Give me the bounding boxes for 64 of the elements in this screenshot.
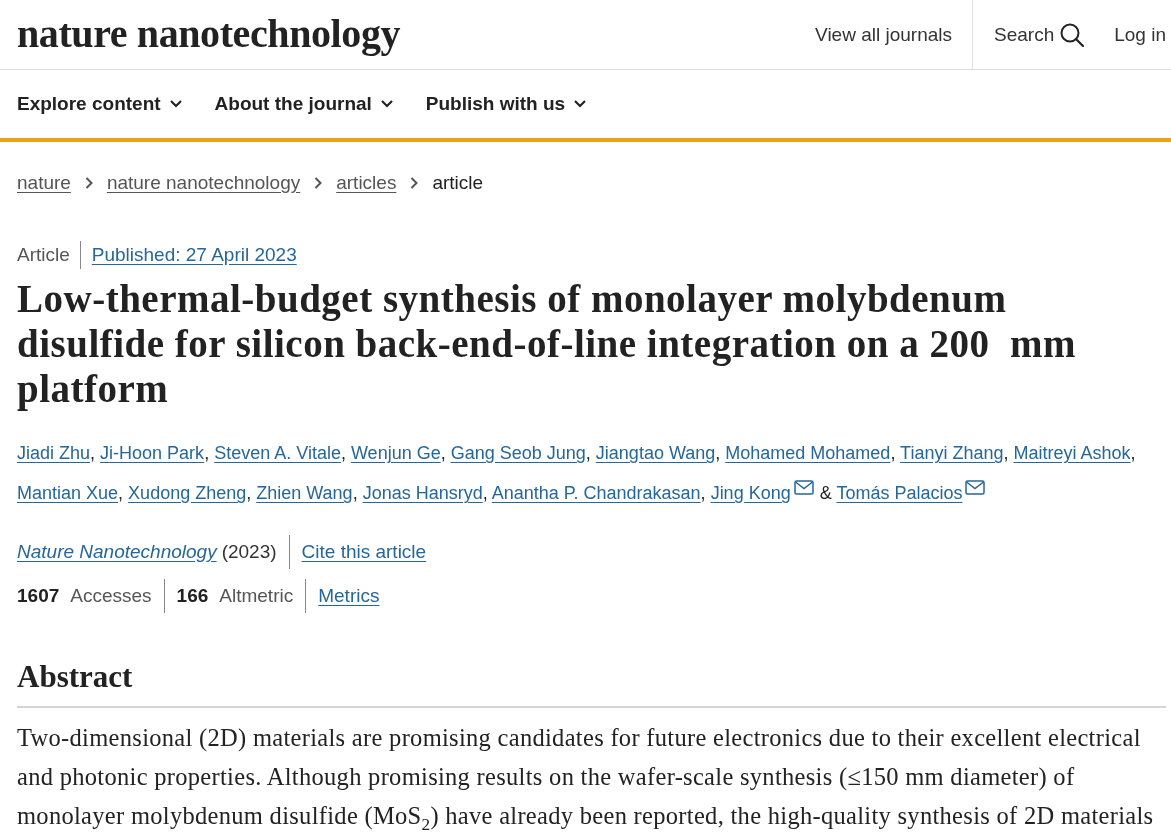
article-title: Low-thermal-budget synthesis of monolayer molybdenum disulfide for silicon back-end-of-line integration on a 200 mm platform — [17, 276, 1077, 411]
author-link[interactable]: Gang Seob Jung — [450, 443, 586, 463]
chevron-right-icon — [410, 177, 419, 189]
metrics-link[interactable]: Metrics — [318, 579, 380, 613]
breadcrumb-link[interactable]: nature nanotechnology — [106, 171, 301, 195]
nav-menu-button[interactable]: Explore content — [17, 93, 182, 115]
breadcrumb-current: article — [432, 171, 484, 195]
author-separator: , — [204, 443, 210, 463]
author-separator: , — [246, 483, 252, 503]
chevron-down-icon — [169, 100, 182, 108]
chevron-down-icon — [574, 100, 587, 108]
author-separator: , — [352, 483, 358, 503]
search-button[interactable]: Search — [994, 22, 1085, 47]
author-link[interactable]: Tianyi Zhang — [900, 443, 1004, 463]
author-separator: , — [440, 443, 446, 463]
author-separator: , — [482, 483, 488, 503]
author-link[interactable]: Ji-Hoon Park — [100, 443, 205, 463]
author-separator: , — [340, 443, 346, 463]
author-separator: , — [585, 443, 591, 463]
chevron-right-icon — [84, 177, 93, 189]
author-link[interactable]: Wenjun Ge — [350, 443, 441, 463]
author-link[interactable]: Steven A. Vitale — [214, 443, 341, 463]
author-link[interactable]: Mohamed Mohamed — [725, 443, 891, 463]
publication-year: (2023) — [221, 540, 277, 564]
breadcrumb-link[interactable]: articles — [336, 171, 397, 195]
cite-article-link[interactable]: Cite this article — [301, 537, 427, 567]
author-link[interactable]: Maitreyi Ashok — [1013, 443, 1131, 463]
author-link[interactable]: Zhien Wang — [256, 483, 353, 503]
author-link[interactable]: Jiadi Zhu — [17, 443, 91, 463]
author-link[interactable]: Xudong Zheng — [128, 483, 247, 503]
breadcrumb-link[interactable]: nature — [17, 171, 71, 195]
envelope-icon[interactable] — [965, 480, 986, 495]
abstract-text: Two-dimensional (2D) materials are promising candidates for future electronics due to their excellent electrical and photonic properties. Although promising results on the wafer-scale synthesis (≤150 mm diameter) of monolayer molybdenum disulfide (MoS$_{2}$) have already been reported, the high-quality synthesis of 2D materials — [17, 723, 1155, 834]
author-link[interactable]: Jiangtao Wang — [595, 443, 716, 463]
site-logo[interactable]: nature nanotechnology — [17, 13, 401, 54]
author-link[interactable]: Jonas Hansryd — [362, 483, 483, 503]
journal-name-link[interactable]: Nature Nanotechnology — [17, 537, 217, 567]
author-link[interactable]: Tomás Palacios — [836, 483, 963, 503]
author-separator: , — [715, 443, 721, 463]
view-all-journals-link[interactable]: View all journals — [815, 23, 952, 46]
metric-count: 166 — [176, 584, 209, 608]
nav-menu-button[interactable]: About the journal — [214, 93, 393, 115]
chevron-down-icon — [380, 100, 393, 108]
author-separator: , — [890, 443, 896, 463]
search-icon — [1060, 22, 1085, 47]
nav-menu-button[interactable]: Publish with us — [425, 93, 587, 115]
author-link[interactable]: Mantian Xue — [17, 483, 119, 503]
author-separator: , — [118, 483, 124, 503]
author-separator: , — [700, 483, 706, 503]
metric-label: Accesses — [70, 584, 152, 608]
article-type-label: Article — [17, 243, 70, 267]
author-separator: , — [1003, 443, 1009, 463]
published-date-link[interactable]: Published: 27 April 2023 — [91, 241, 297, 269]
author-link[interactable]: Anantha P. Chandrakasan — [491, 483, 701, 503]
author-separator: , — [1130, 443, 1136, 463]
login-link[interactable]: Log in — [1114, 23, 1166, 46]
envelope-icon[interactable] — [793, 480, 814, 495]
abstract-heading: Abstract — [17, 659, 1166, 708]
author-separator: & — [819, 483, 832, 503]
metric-label: Altmetric — [219, 584, 294, 608]
metric-count: 1607 — [17, 584, 60, 608]
author-separator: , — [90, 443, 96, 463]
author-link[interactable]: Jing Kong — [710, 483, 791, 503]
chevron-right-icon — [314, 177, 323, 189]
